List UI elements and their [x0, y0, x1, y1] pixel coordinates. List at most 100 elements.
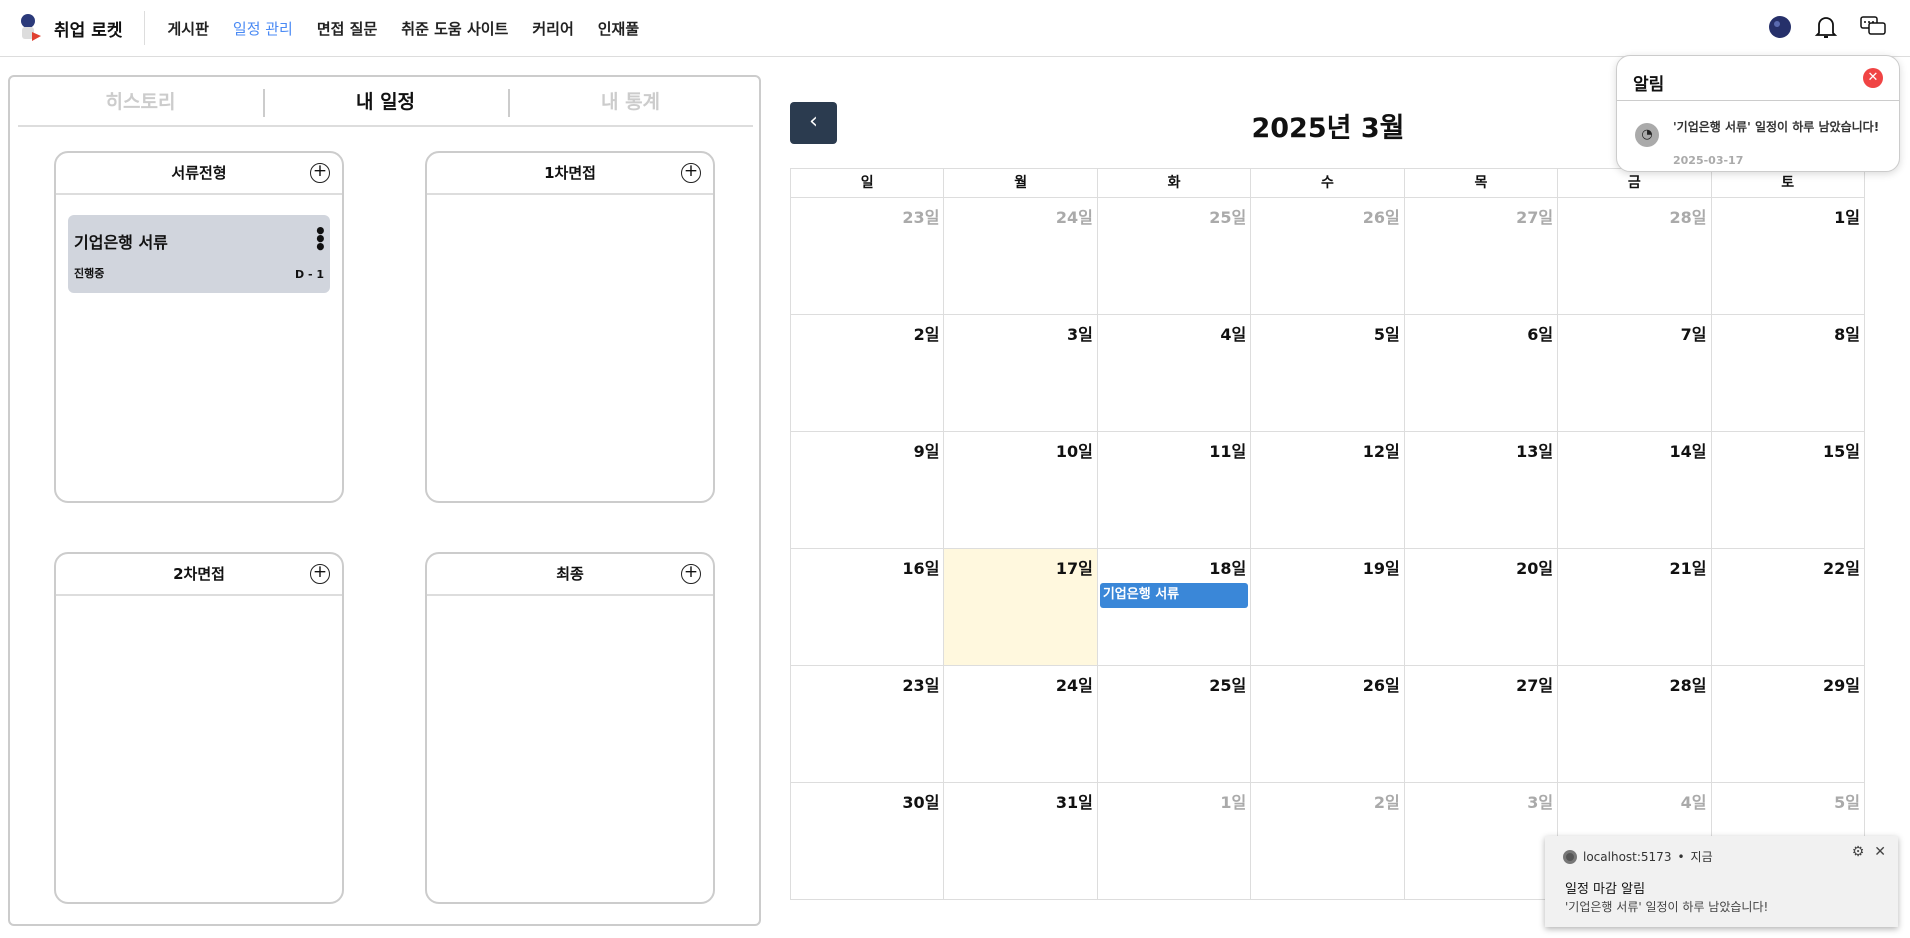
day-cell[interactable]: 13일 — [1404, 432, 1559, 549]
day-cell[interactable]: 7일 — [1558, 315, 1712, 432]
notification-message[interactable]: '기업은행 서류' 일정이 하루 남았습니다! — [1673, 118, 1883, 136]
day-cell[interactable]: 24일 — [944, 666, 1098, 783]
day-number: 31일 — [1055, 793, 1093, 812]
logo-text: 취업 로켓 — [54, 20, 123, 41]
day-cell[interactable]: 31일 — [944, 783, 1098, 900]
nav-item[interactable]: 인재풀 — [598, 18, 639, 39]
gear-icon[interactable]: ⚙ — [1852, 844, 1865, 860]
profile-avatar[interactable] — [1768, 15, 1792, 43]
day-number: 3일 — [1527, 793, 1554, 812]
day-number: 9일 — [913, 442, 940, 461]
tab-item[interactable]: 내 일정 — [263, 87, 508, 125]
schedule-title: 기업은행 서류 — [74, 233, 168, 252]
tab-item[interactable]: 내 통계 — [508, 87, 753, 125]
calendar-event[interactable]: 기업은행 서류 — [1099, 583, 1249, 608]
column-header: 2차면접 + — [56, 554, 342, 596]
day-cell[interactable]: 16일 — [791, 549, 945, 666]
column-title: 최종 — [556, 565, 584, 583]
day-number: 25일 — [1209, 208, 1247, 227]
nav-item[interactable]: 면접 질문 — [317, 18, 377, 39]
day-number: 12일 — [1362, 442, 1400, 461]
notification-popup: 알림 ✕ ◔ '기업은행 서류' 일정이 하루 남았습니다! 2025-03-17 — [1616, 55, 1900, 172]
day-cell[interactable]: 22일 — [1711, 549, 1865, 666]
add-icon[interactable]: + — [310, 163, 330, 183]
day-cell[interactable]: 12일 — [1251, 432, 1405, 549]
day-cell[interactable]: 8일 — [1711, 315, 1865, 432]
day-cell[interactable]: 18일기업은행 서류 — [1097, 549, 1252, 666]
day-number: 19일 — [1362, 559, 1400, 578]
stage-column: 1차면접 + — [425, 151, 715, 503]
day-number: 15일 — [1822, 442, 1860, 461]
day-cell[interactable]: 1일 — [1097, 783, 1252, 900]
day-number: 16일 — [902, 559, 940, 578]
day-number: 23일 — [902, 208, 940, 227]
schedule-card[interactable]: 기업은행 서류 • • • 진행중 D - 1 — [68, 215, 330, 293]
day-cell[interactable]: 28일 — [1558, 666, 1712, 783]
day-number: 17일 — [1055, 559, 1093, 578]
prev-month-button[interactable]: ‹ — [790, 102, 837, 144]
nav-item[interactable]: 커리어 — [532, 18, 573, 39]
column-title: 2차면접 — [173, 565, 225, 583]
day-cell[interactable]: 2일 — [791, 315, 945, 432]
add-icon[interactable]: + — [310, 564, 330, 584]
day-cell[interactable]: 24일 — [944, 198, 1098, 315]
day-cell[interactable]: 11일 — [1097, 432, 1252, 549]
clock-icon: ◔ — [1635, 123, 1659, 147]
toast-time: 지금 — [1690, 850, 1713, 864]
day-cell[interactable]: 9일 — [791, 432, 945, 549]
day-cell[interactable]: 5일 — [1251, 315, 1405, 432]
day-number: 1일 — [1834, 208, 1860, 227]
day-cell[interactable]: 30일 — [791, 783, 945, 900]
day-cell[interactable]: 26일 — [1251, 666, 1405, 783]
day-cell[interactable]: 27일 — [1404, 198, 1559, 315]
more-vertical-icon[interactable]: • • • — [314, 221, 327, 257]
chat-icon[interactable] — [1860, 15, 1886, 43]
day-cell[interactable]: 1일 — [1711, 198, 1865, 315]
day-cell[interactable]: 14일 — [1558, 432, 1712, 549]
day-number: 5일 — [1834, 793, 1860, 812]
day-number: 26일 — [1362, 208, 1400, 227]
day-number: 18일 — [1209, 559, 1247, 578]
add-icon[interactable]: + — [681, 163, 701, 183]
day-cell[interactable]: 25일 — [1097, 198, 1252, 315]
day-cell[interactable]: 10일 — [944, 432, 1098, 549]
day-cell[interactable]: 27일 — [1404, 666, 1559, 783]
day-cell[interactable]: 3일 — [944, 315, 1098, 432]
day-cell[interactable]: 25일 — [1097, 666, 1252, 783]
weekday-header: 일월화수목금토 — [791, 169, 1865, 198]
nav-item[interactable]: 일정 관리 — [233, 18, 293, 39]
weekday-label: 수 — [1251, 169, 1405, 198]
day-cell[interactable]: 23일 — [791, 198, 945, 315]
day-cell[interactable]: 26일 — [1251, 198, 1405, 315]
day-number: 29일 — [1822, 676, 1860, 695]
day-cell[interactable]: 20일 — [1404, 549, 1559, 666]
day-cell[interactable]: 6일 — [1404, 315, 1559, 432]
day-cell[interactable]: 4일 — [1097, 315, 1252, 432]
tab-item[interactable]: 히스토리 — [18, 87, 263, 125]
close-icon[interactable]: ✕ — [1874, 844, 1886, 860]
day-cell[interactable]: 17일 — [944, 549, 1098, 666]
main-nav: 게시판 일정 관리 면접 질문 취준 도움 사이트 커리어 인재풀 — [167, 18, 639, 39]
nav-item[interactable]: 취준 도움 사이트 — [401, 18, 508, 39]
day-cell[interactable]: 29일 — [1711, 666, 1865, 783]
logo[interactable]: 취업 로켓 — [14, 11, 146, 45]
calendar-grid: 일 월 화 수 목 금 토 23일 24일 25일 26일 27일 28일 1일 2일 3일 4일 5일 6일 7일 8… — [790, 168, 1865, 900]
day-cell[interactable]: 21일 — [1558, 549, 1712, 666]
day-number: 24일 — [1055, 676, 1093, 695]
week-row: 23일 24일 25일 26일 27일 28일 1일 — [791, 198, 1865, 315]
weekday-label: 월 — [944, 169, 1098, 198]
bell-icon[interactable] — [1814, 14, 1838, 44]
day-cell[interactable]: 28일 — [1558, 198, 1712, 315]
day-cell[interactable]: 3일 — [1404, 783, 1559, 900]
nav-item[interactable]: 게시판 — [167, 18, 208, 39]
day-cell[interactable]: 2일 — [1251, 783, 1405, 900]
add-icon[interactable]: + — [681, 564, 701, 584]
week-row: 2일 3일 4일 5일 6일 7일 8일 — [791, 315, 1865, 432]
close-icon[interactable]: ✕ — [1863, 68, 1883, 88]
day-cell[interactable]: 19일 — [1251, 549, 1405, 666]
day-cell[interactable]: 23일 — [791, 666, 945, 783]
day-cell[interactable]: 15일 — [1711, 432, 1865, 549]
schedule-status: 진행중 — [74, 267, 105, 280]
browser-notification[interactable]: localhost:5173 • 지금 ⚙ ✕ 일정 마감 알림 '기업은행 서류' … — [1545, 836, 1898, 927]
day-number: 13일 — [1516, 442, 1554, 461]
